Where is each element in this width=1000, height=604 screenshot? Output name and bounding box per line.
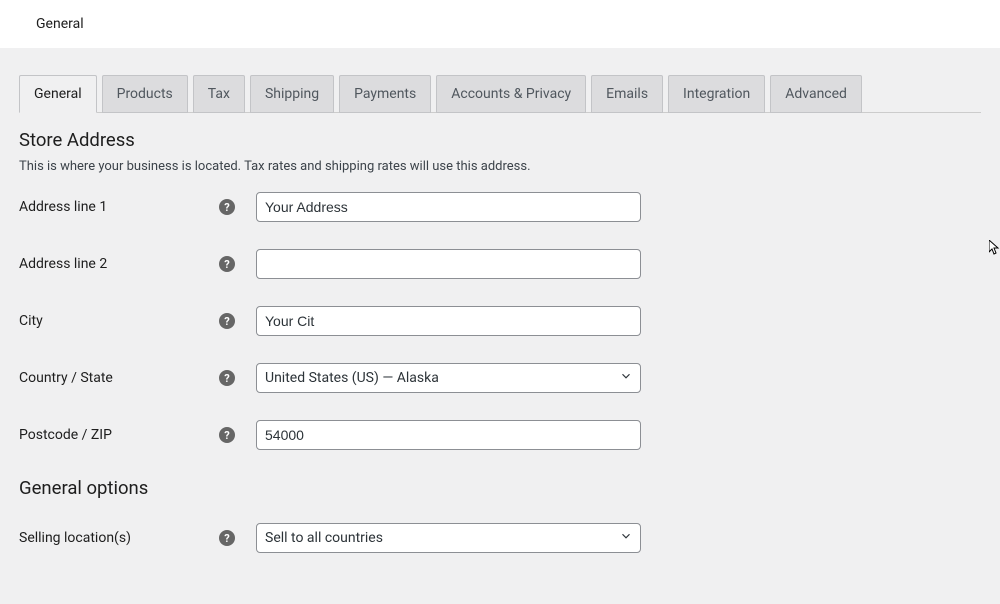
label-postcode: Postcode / ZIP [19,427,219,443]
help-icon[interactable]: ? [219,199,235,215]
section-store-address-title: Store Address [19,129,981,151]
row-selling-locations: Selling location(s) ? Sell to all countr… [19,523,981,553]
section-store-address-desc: This is where your business is located. … [19,159,981,174]
country-state-select[interactable]: United States (US) — Alaska [256,363,641,393]
country-state-select-wrap: United States (US) — Alaska [256,363,641,393]
help-icon[interactable]: ? [219,313,235,329]
tab-shipping[interactable]: Shipping [250,75,334,113]
section-general-options-title: General options [19,477,981,499]
tab-tax[interactable]: Tax [193,75,245,113]
content-wrap: General Products Tax Shipping Payments A… [0,48,1000,553]
row-country-state: Country / State ? United States (US) — A… [19,363,981,393]
selling-locations-select[interactable]: Sell to all countries [256,523,641,553]
city-input[interactable] [256,306,641,336]
page-header: General [0,0,1000,48]
address-1-input[interactable] [256,192,641,222]
tab-accounts-privacy[interactable]: Accounts & Privacy [436,75,586,113]
tab-payments[interactable]: Payments [339,75,431,113]
label-city: City [19,313,219,329]
label-address-1: Address line 1 [19,199,219,215]
label-selling-locations: Selling location(s) [19,530,219,546]
help-icon[interactable]: ? [219,427,235,443]
page-title: General [36,16,84,32]
row-city: City ? [19,306,981,336]
tab-products[interactable]: Products [102,75,188,113]
label-country-state: Country / State [19,370,219,386]
row-postcode: Postcode / ZIP ? [19,420,981,450]
label-address-2: Address line 2 [19,256,219,272]
row-address-2: Address line 2 ? [19,249,981,279]
row-address-1: Address line 1 ? [19,192,981,222]
help-icon[interactable]: ? [219,370,235,386]
tab-integration[interactable]: Integration [668,75,765,113]
postcode-input[interactable] [256,420,641,450]
help-icon[interactable]: ? [219,256,235,272]
help-icon[interactable]: ? [219,530,235,546]
tabs-nav: General Products Tax Shipping Payments A… [19,75,981,113]
address-2-input[interactable] [256,249,641,279]
selling-locations-select-wrap: Sell to all countries [256,523,641,553]
tab-general[interactable]: General [19,75,97,113]
tab-advanced[interactable]: Advanced [770,75,862,113]
tab-emails[interactable]: Emails [591,75,663,113]
